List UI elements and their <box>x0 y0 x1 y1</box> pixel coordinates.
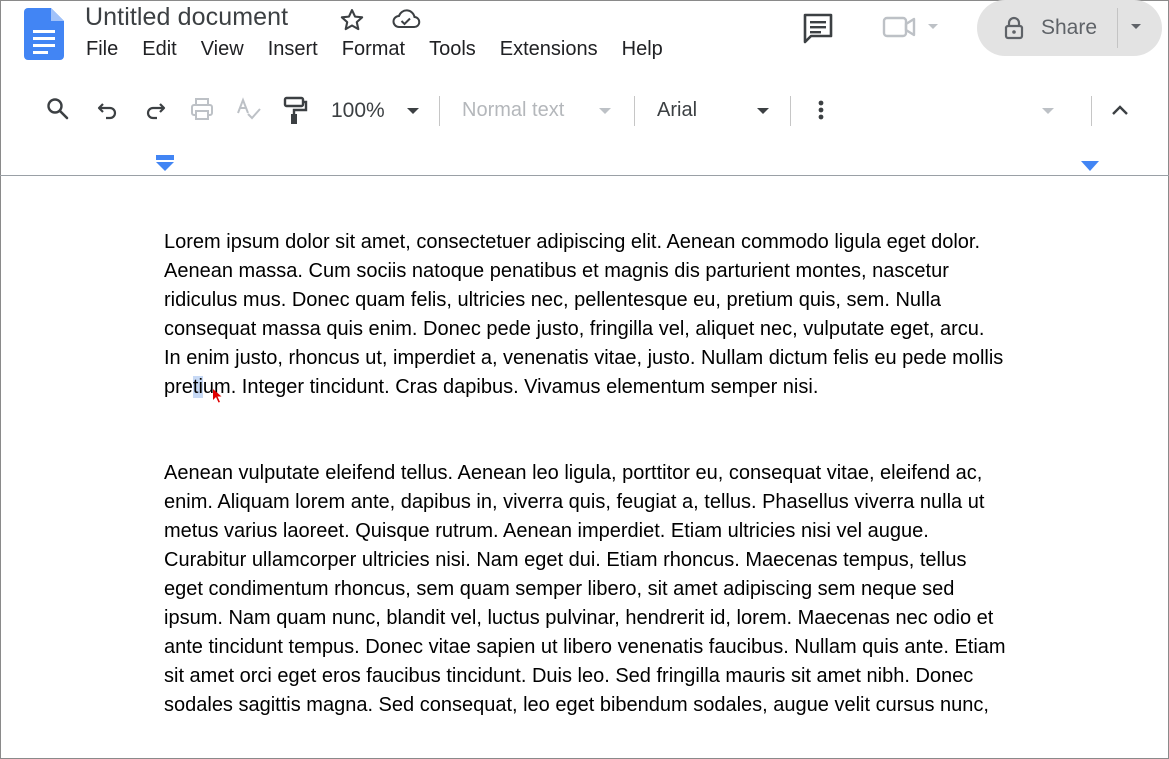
zoom-select[interactable]: 100% <box>331 99 385 123</box>
spellcheck-button[interactable] <box>236 96 262 122</box>
text-line: consequat massa quis enim. Donec pede ju… <box>164 318 985 340</box>
print-icon <box>191 98 213 120</box>
text-line: enim. Aliquam lorem ante, dapibus in, vi… <box>164 491 985 513</box>
lock-icon <box>1004 16 1024 40</box>
hide-menus-button[interactable] <box>1108 98 1132 122</box>
text-line: sodales sagittis magna. Sed consequat, l… <box>164 694 989 716</box>
text-line: eget condimentum rhoncus, sem quam sempe… <box>164 578 955 600</box>
text-line: sit amet orci eget eros faucibus tincidu… <box>164 665 974 687</box>
cloud-saved-icon[interactable] <box>391 6 421 32</box>
share-divider <box>1117 8 1118 48</box>
text-line: pretium. Integer tincidunt. Cras dapibus… <box>164 373 1104 402</box>
undo-button[interactable] <box>95 96 121 122</box>
paragraph-style-select[interactable]: Normal text <box>462 99 564 122</box>
text-line: In enim justo, rhoncus ut, imperdiet a, … <box>164 347 1004 369</box>
chevron-down-icon[interactable] <box>926 22 940 32</box>
mouse-cursor-icon <box>213 389 222 403</box>
menu-insert[interactable]: Insert <box>268 38 318 61</box>
menu-format[interactable]: Format <box>342 38 405 61</box>
menu-bar: File Edit View Insert Format Tools Exten… <box>86 38 687 61</box>
share-label: Share <box>1041 16 1098 39</box>
text-segment: um. Integer tincidunt. Cras dapibus. Viv… <box>202 376 819 398</box>
right-indent-marker[interactable] <box>1081 161 1099 172</box>
search-icon <box>47 98 69 120</box>
share-control: Share <box>977 0 1162 56</box>
more-options-button[interactable] <box>810 96 832 124</box>
toolbar-divider <box>790 96 791 126</box>
menu-view[interactable]: View <box>201 38 244 61</box>
font-select[interactable]: Arial <box>657 99 697 122</box>
ruler-baseline <box>0 175 1169 176</box>
more-vertical-icon <box>818 100 824 120</box>
text-line: ante tincidunt tempus. Donec vitae sapie… <box>164 636 1006 658</box>
share-button[interactable]: Share <box>977 0 1116 56</box>
menu-tools[interactable]: Tools <box>429 38 476 61</box>
chevron-down-icon[interactable] <box>598 106 612 116</box>
document-paragraph[interactable]: Lorem ipsum dolor sit amet, consectetuer… <box>164 228 1104 402</box>
text-line: Curabitur ullamcorper ultricies nisi. Na… <box>164 549 967 571</box>
menu-extensions[interactable]: Extensions <box>500 38 598 61</box>
search-menus-button[interactable] <box>45 96 71 122</box>
menu-help[interactable]: Help <box>622 38 663 61</box>
chevron-down-icon[interactable] <box>1041 106 1055 116</box>
paint-format-button[interactable] <box>282 96 308 126</box>
comments-icon[interactable] <box>800 10 836 46</box>
text-line: Aenean vulputate eleifend tellus. Aenean… <box>164 462 983 484</box>
video-camera-icon[interactable] <box>880 12 918 42</box>
toolbar-divider <box>634 96 635 126</box>
left-indent-marker[interactable] <box>155 154 175 172</box>
undo-icon <box>97 103 117 120</box>
print-button[interactable] <box>189 96 215 122</box>
text-line: ipsum. Nam quam nunc, blandit vel, luctu… <box>164 607 994 629</box>
text-line: ridiculus mus. Donec quam felis, ultrici… <box>164 289 942 311</box>
document-paragraph[interactable]: Aenean vulputate eleifend tellus. Aenean… <box>164 459 1104 720</box>
spellcheck-icon <box>237 97 261 120</box>
document-title[interactable]: Untitled document <box>85 3 288 32</box>
star-icon[interactable] <box>338 6 366 34</box>
menu-file[interactable]: File <box>86 38 118 61</box>
chevron-down-icon[interactable] <box>756 106 770 116</box>
chevron-down-icon[interactable] <box>406 106 420 116</box>
redo-icon <box>146 103 166 120</box>
google-docs-icon[interactable] <box>24 8 64 60</box>
toolbar-divider <box>1091 96 1092 126</box>
toolbar-divider <box>439 96 440 126</box>
text-line: Lorem ipsum dolor sit amet, consectetuer… <box>164 231 981 253</box>
paint-format-icon <box>283 96 308 124</box>
menu-edit[interactable]: Edit <box>142 38 176 61</box>
toolbar: 100% Normal text Arial <box>0 84 1169 136</box>
redo-button[interactable] <box>142 96 168 122</box>
selected-text: ti <box>192 376 203 398</box>
text-segment: pre <box>164 376 193 398</box>
chevron-down-icon[interactable] <box>1129 22 1143 32</box>
text-line: Aenean massa. Cum sociis natoque penatib… <box>164 260 949 282</box>
chevron-up-icon <box>1112 105 1128 115</box>
text-line: metus varius laoreet. Quisque rutrum. Ae… <box>164 520 929 542</box>
